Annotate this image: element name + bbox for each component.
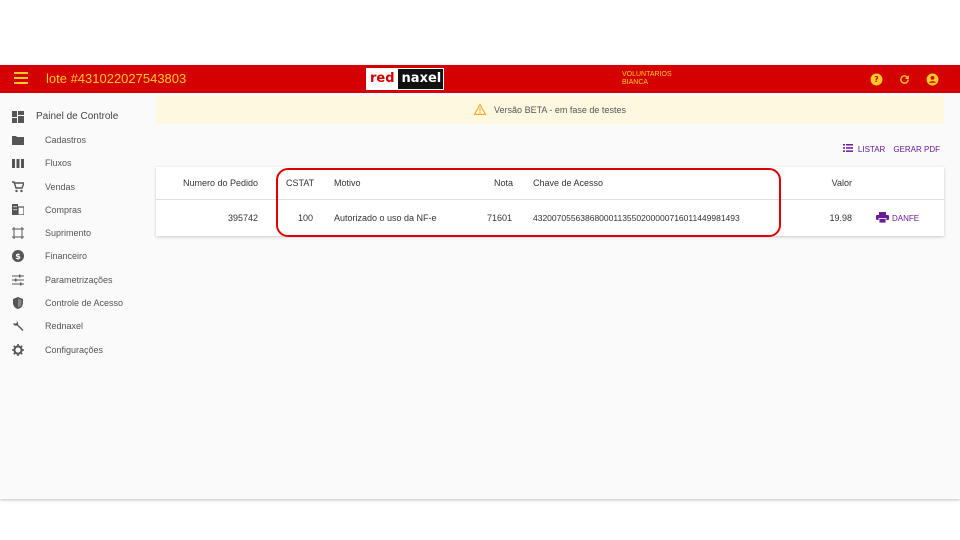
- account-icon[interactable]: [924, 71, 940, 87]
- sidebar-item-controle-acesso[interactable]: Controle de Acesso: [0, 291, 150, 314]
- sidebar-item-label: Vendas: [45, 181, 76, 192]
- list-icon: [842, 144, 853, 154]
- dollar-icon: $: [11, 249, 25, 263]
- rednaxel-logo: red naxel: [366, 68, 444, 90]
- dashboard-icon: [11, 110, 25, 124]
- sidebar-item-label: Painel de Controle: [36, 111, 119, 123]
- table-row: 395742 100 Autorizado o uso da NF-e 7160…: [156, 200, 944, 236]
- menu-icon[interactable]: [14, 72, 28, 86]
- domain-icon: [11, 203, 25, 217]
- sidebar-item-label: Configurações: [45, 344, 104, 355]
- shield-icon: [11, 296, 25, 310]
- folder-icon: [11, 133, 25, 147]
- svg-text:$: $: [15, 252, 21, 261]
- header-cstat: CSTAT: [286, 178, 315, 188]
- sidebar-item-cadastros[interactable]: Cadastros: [0, 128, 150, 151]
- cell-pedido: 395742: [227, 213, 258, 223]
- cell-valor: 19.98: [829, 213, 852, 223]
- sidebar-item-label: Fluxos: [45, 158, 72, 169]
- sidebar-item-suprimento[interactable]: Suprimento: [0, 221, 150, 244]
- list-button[interactable]: LISTAR: [842, 144, 886, 154]
- sidebar-item-fluxos[interactable]: Fluxos: [0, 152, 150, 175]
- sidebar-item-label: Rednaxel: [45, 321, 84, 332]
- sidebar-item-label: Controle de Acesso: [45, 298, 124, 309]
- sidebar-item-parametrizacoes[interactable]: Parametrizações: [0, 268, 150, 291]
- beta-banner: Versão BETA - em fase de testes: [156, 96, 944, 124]
- cart-icon: [11, 180, 25, 194]
- cell-chave: 4320070556386800011355020000071601144998…: [533, 213, 740, 223]
- cell-motivo: Autorizado o uso da NF-e: [334, 213, 437, 223]
- danfe-label: DANFE: [892, 213, 920, 223]
- generate-pdf-label: GERAR PDF: [893, 144, 940, 154]
- top-bar: lote #431022027543803 red naxel VOLUNTARI…: [0, 65, 960, 93]
- app-window: lote #431022027543803 red naxel VOLUNTARI…: [0, 65, 960, 499]
- print-icon: [876, 211, 889, 225]
- user-info: VOLUNTARIOS BIANCA: [622, 71, 672, 87]
- sidebar-item-label: Cadastros: [45, 134, 87, 145]
- gear-icon: [11, 343, 25, 357]
- sidebar-item-painel[interactable]: Painel de Controle: [0, 105, 150, 128]
- sidebar-item-label: Financeiro: [45, 251, 88, 262]
- crop-icon: [11, 226, 25, 240]
- cell-cstat: 100: [297, 213, 313, 223]
- generate-pdf-button[interactable]: GERAR PDF: [893, 144, 940, 154]
- warning-icon: [473, 102, 487, 117]
- columns-icon: [11, 156, 25, 170]
- user-name: BIANCA: [622, 79, 649, 86]
- sidebar-item-label: Parametrizações: [45, 274, 113, 285]
- table-header: Numero do Pedido CSTAT Motivo Nota Chave…: [156, 167, 944, 200]
- sidebar: Painel de Controle Cadastros Fluxos Vend…: [0, 105, 150, 361]
- sidebar-item-rednaxel[interactable]: Rednaxel: [0, 315, 150, 338]
- refresh-icon[interactable]: [896, 71, 912, 87]
- header-valor: Valor: [831, 178, 852, 188]
- header-nota: Nota: [493, 178, 513, 188]
- header-pedido: Numero do Pedido: [182, 178, 258, 188]
- organization-name: VOLUNTARIOS: [622, 71, 672, 78]
- nfe-table: Numero do Pedido CSTAT Motivo Nota Chave…: [156, 167, 944, 236]
- sidebar-item-configuracoes[interactable]: Configurações: [0, 338, 150, 361]
- sidebar-item-vendas[interactable]: Vendas: [0, 175, 150, 198]
- tune-icon: [11, 273, 25, 287]
- cell-nota: 71601: [486, 213, 512, 223]
- sidebar-item-label: Suprimento: [45, 228, 92, 239]
- header-motivo: Motivo: [334, 178, 361, 188]
- sidebar-item-compras[interactable]: Compras: [0, 198, 150, 221]
- help-icon[interactable]: ?: [868, 71, 884, 87]
- svg-text:?: ?: [874, 75, 878, 84]
- wrench-icon: [11, 319, 25, 333]
- sidebar-item-label: Compras: [45, 204, 82, 215]
- beta-banner-text: Versão BETA - em fase de testes: [494, 105, 626, 115]
- list-label: LISTAR: [857, 144, 886, 154]
- page-title: lote #431022027543803: [46, 71, 187, 86]
- sidebar-item-financeiro[interactable]: $ Financeiro: [0, 245, 150, 268]
- header-chave: Chave de Acesso: [533, 178, 604, 188]
- danfe-button[interactable]: DANFE: [876, 200, 919, 236]
